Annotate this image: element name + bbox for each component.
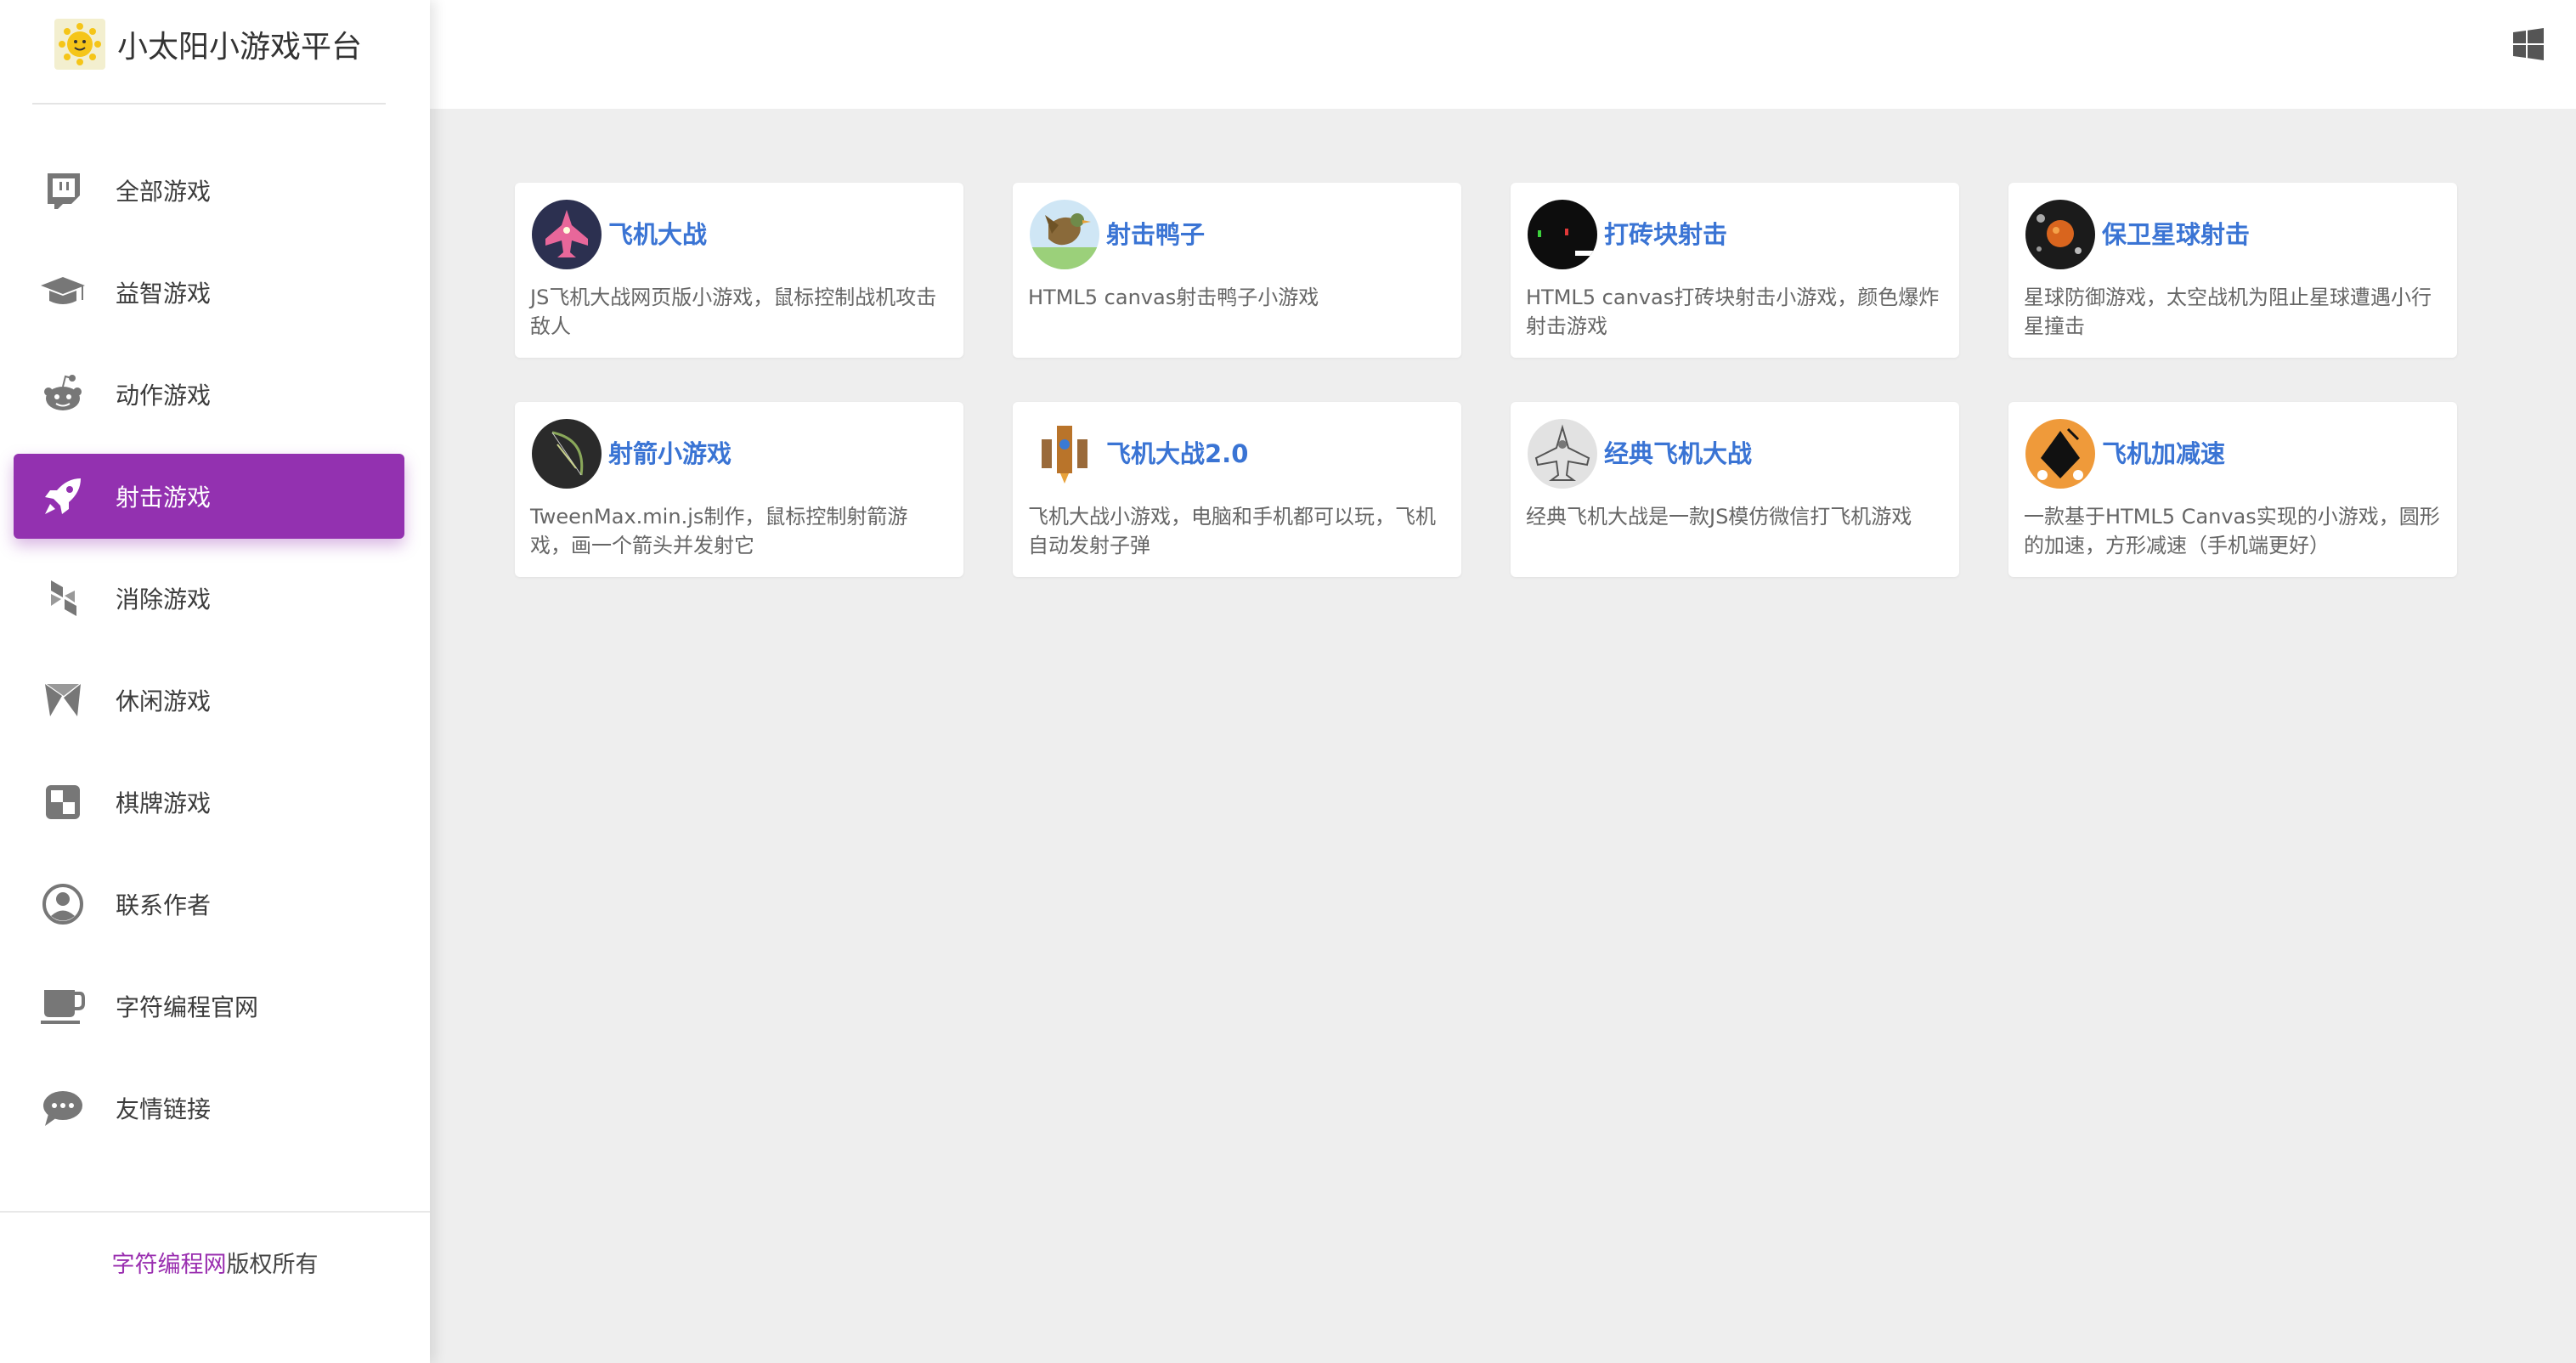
game-description: TweenMax.min.js制作，鼠标控制射箭游戏，画一个箭头并发射它	[530, 505, 908, 557]
divider	[32, 103, 386, 105]
coffee-cup-icon	[39, 982, 87, 1030]
footer-link[interactable]: 字符编程网	[112, 1252, 227, 1278]
sidebar-item-label: 友情链接	[116, 1095, 212, 1123]
sidebar-item-official-site[interactable]: 字符编程官网	[14, 964, 404, 1049]
graduation-cap-icon	[39, 269, 87, 316]
pink-plane-icon	[532, 200, 602, 269]
game-title[interactable]: 射箭小游戏	[608, 434, 732, 470]
blocks-icon	[39, 574, 87, 622]
sidebar-item-casual-games[interactable]: 休闲游戏	[14, 658, 404, 743]
game-card[interactable]: 打砖块射击 HTML5 canvas打砖块射击小游戏，颜色爆炸射击游戏	[1511, 183, 1959, 358]
game-title[interactable]: 打砖块射击	[1604, 215, 1727, 251]
game-card[interactable]: 飞机加减速 一款基于HTML5 Canvas实现的小游戏，圆形的加速，方形减速（…	[2008, 402, 2457, 577]
game-title[interactable]: 射击鸭子	[1106, 215, 1205, 251]
game-description: 一款基于HTML5 Canvas实现的小游戏，圆形的加速，方形减速（手机端更好）	[2024, 505, 2440, 557]
sidebar-item-match-games[interactable]: 消除游戏	[14, 556, 404, 641]
sidebar-item-shooting-games[interactable]: 射击游戏	[14, 454, 404, 539]
planet-icon	[2025, 200, 2095, 269]
game-description: 星球防御游戏，太空战机为阻止星球遭遇小行星撞击	[2024, 286, 2432, 338]
sidebar-item-friend-links[interactable]: 友情链接	[14, 1066, 404, 1151]
sidebar-item-board-games[interactable]: 棋牌游戏	[14, 760, 404, 845]
game-card[interactable]: 飞机大战 JS飞机大战网页版小游戏，鼠标控制战机攻击敌人	[515, 183, 963, 358]
rocket-icon	[39, 472, 87, 520]
sidebar-menu: 全部游戏 益智游戏 动作游戏 射击游戏 消除游戏 休闲游戏 棋牌游戏 联系作者 …	[14, 148, 404, 1168]
black-diamond-icon	[2025, 419, 2095, 489]
checker-icon	[39, 778, 87, 826]
game-title[interactable]: 飞机加减速	[2102, 434, 2225, 470]
sidebar-item-label: 全部游戏	[116, 178, 212, 206]
sidebar-item-puzzle-games[interactable]: 益智游戏	[14, 250, 404, 335]
sidebar-item-contact-author[interactable]: 联系作者	[14, 862, 404, 947]
sidebar-item-label: 休闲游戏	[116, 687, 212, 715]
app-title: 小太阳小游戏平台	[117, 30, 363, 65]
sidebar-item-all-games[interactable]: 全部游戏	[14, 148, 404, 233]
game-card[interactable]: 飞机大战2.0 飞机大战小游戏，电脑和手机都可以玩，飞机自动发射子弹	[1013, 402, 1461, 577]
user-circle-icon	[39, 880, 87, 928]
pinwheel-icon	[39, 676, 87, 724]
chat-box-icon	[39, 167, 87, 214]
sidebar-item-action-games[interactable]: 动作游戏	[14, 352, 404, 437]
speech-bubble-icon	[39, 1084, 87, 1132]
game-description: JS飞机大战网页版小游戏，鼠标控制战机攻击敌人	[530, 286, 937, 338]
game-title[interactable]: 经典飞机大战	[1604, 434, 1752, 470]
sidebar: 小太阳小游戏平台 全部游戏 益智游戏 动作游戏 射击游戏 消除游戏 休闲游戏 棋…	[0, 0, 430, 1363]
game-card[interactable]: 射击鸭子 HTML5 canvas射击鸭子小游戏	[1013, 183, 1461, 358]
sidebar-item-label: 射击游戏	[116, 484, 212, 512]
sun-logo-icon	[54, 19, 105, 70]
game-title[interactable]: 保卫星球射击	[2102, 215, 2250, 251]
divider	[0, 1211, 430, 1213]
sidebar-item-label: 消除游戏	[116, 585, 212, 614]
logo[interactable]: 小太阳小游戏平台	[54, 17, 362, 71]
duck-icon	[1030, 200, 1099, 269]
game-card[interactable]: 经典飞机大战 经典飞机大战是一款JS模仿微信打飞机游戏	[1511, 402, 1959, 577]
windows-icon[interactable]	[2511, 27, 2545, 61]
sidebar-item-label: 益智游戏	[116, 280, 212, 308]
bow-icon	[532, 419, 602, 489]
bricks-icon	[1528, 200, 1597, 269]
battleship-icon	[1030, 419, 1099, 489]
game-description: 飞机大战小游戏，电脑和手机都可以玩，飞机自动发射子弹	[1028, 505, 1436, 557]
copyright-footer: 字符编程网版权所有	[0, 1246, 430, 1279]
game-description: HTML5 canvas射击鸭子小游戏	[1028, 286, 1319, 309]
game-card[interactable]: 射箭小游戏 TweenMax.min.js制作，鼠标控制射箭游戏，画一个箭头并发…	[515, 402, 963, 577]
footer-text: 版权所有	[226, 1252, 319, 1278]
sidebar-item-label: 字符编程官网	[116, 993, 259, 1021]
game-description: 经典飞机大战是一款JS模仿微信打飞机游戏	[1526, 505, 1912, 529]
game-title[interactable]: 飞机大战2.0	[1106, 434, 1248, 470]
game-title[interactable]: 飞机大战	[608, 215, 707, 251]
game-description: HTML5 canvas打砖块射击小游戏，颜色爆炸射击游戏	[1526, 286, 1940, 338]
sidebar-item-label: 动作游戏	[116, 382, 212, 410]
reddit-alien-icon	[39, 370, 87, 418]
game-card[interactable]: 保卫星球射击 星球防御游戏，太空战机为阻止星球遭遇小行星撞击	[2008, 183, 2457, 358]
sidebar-item-label: 棋牌游戏	[116, 789, 212, 817]
sketch-plane-icon	[1528, 419, 1597, 489]
sidebar-item-label: 联系作者	[116, 891, 212, 919]
